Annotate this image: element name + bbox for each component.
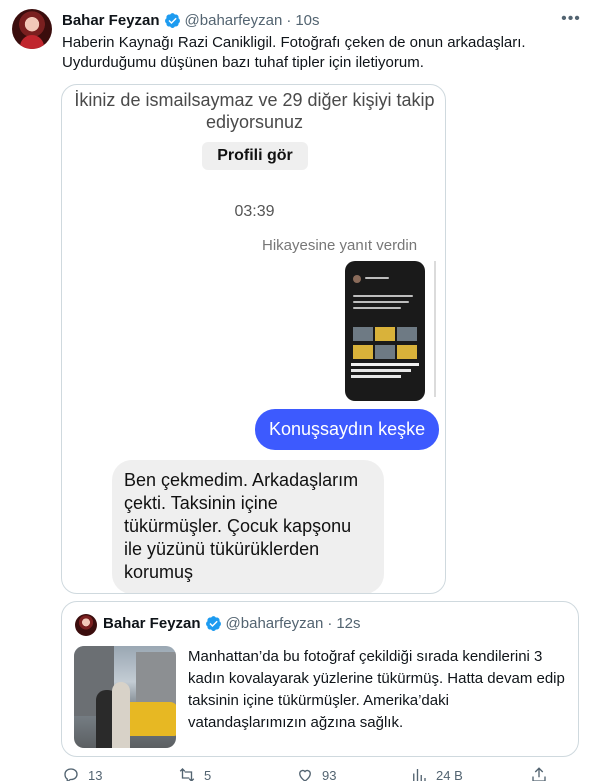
- share-button[interactable]: [530, 766, 548, 781]
- quoted-author-avatar: [75, 614, 97, 636]
- reply-count: 13: [88, 767, 103, 781]
- tweet-action-bar: 13 5 93 24 B: [62, 766, 582, 781]
- author-name[interactable]: Bahar Feyzan: [62, 12, 160, 29]
- dm-sent-message: Konuşsaydın keşke: [255, 409, 440, 450]
- views-button[interactable]: 24 B: [410, 766, 463, 781]
- dm-story-divider: [434, 261, 436, 397]
- retweet-icon: [179, 768, 195, 781]
- verified-badge-icon: [164, 12, 180, 28]
- dm-story-reply-label: Hikayesine yanıt verdin: [262, 237, 418, 254]
- quoted-tweet-text: Manhattan’da bu fotoğraf çekildiği sırad…: [188, 648, 565, 731]
- like-count: 93: [322, 767, 337, 781]
- views-chart-icon: [413, 769, 426, 781]
- quoted-tweet-timestamp: 12s: [336, 615, 361, 632]
- dm-timestamp: 03:39: [234, 203, 275, 220]
- heart-icon: [299, 769, 311, 781]
- reply-icon: [64, 768, 78, 781]
- tweet-timestamp[interactable]: 10s: [295, 12, 319, 29]
- quoted-tweet-image: [74, 646, 176, 748]
- quoted-tweet-header: Bahar Feyzan @baharfeyzan · 12s: [103, 615, 361, 632]
- dm-follow-notice: İkiniz de ismailsaymaz ve 29 diğer kişiy…: [74, 90, 435, 132]
- attached-screenshot[interactable]: İkiniz de ismailsaymaz ve 29 diğer kişiy…: [61, 84, 446, 594]
- author-avatar[interactable]: [12, 9, 52, 49]
- retweet-button[interactable]: 5: [178, 766, 211, 781]
- dm-story-thumbnail: [345, 261, 425, 401]
- dm-received-message: Ben çekmedim. Arkadaşlarım çekti. Taksin…: [112, 460, 384, 593]
- reply-button[interactable]: 13: [62, 766, 102, 781]
- quoted-header-separator: ·: [327, 615, 333, 632]
- more-options-icon[interactable]: •••: [560, 8, 582, 30]
- author-handle[interactable]: @baharfeyzan: [185, 12, 283, 29]
- verified-badge-icon: [205, 616, 221, 631]
- quoted-author-handle: @baharfeyzan: [225, 615, 324, 632]
- tweet-text: Haberin Kaynağı Razi Canikligil. Fotoğra…: [62, 34, 526, 71]
- tweet-header: Bahar Feyzan @baharfeyzan · 10s: [62, 10, 320, 30]
- retweet-count: 5: [204, 767, 212, 781]
- view-count: 24 B: [436, 767, 463, 781]
- dm-view-profile-button: Profili gör: [202, 142, 308, 170]
- quoted-tweet[interactable]: Bahar Feyzan @baharfeyzan · 12s Manhatta…: [61, 601, 579, 757]
- like-button[interactable]: 93: [296, 766, 336, 781]
- header-separator: ·: [286, 11, 292, 29]
- share-icon: [532, 767, 546, 781]
- quoted-author-name: Bahar Feyzan: [103, 615, 201, 632]
- tweet: Bahar Feyzan @baharfeyzan · 10s ••• Habe…: [0, 0, 615, 781]
